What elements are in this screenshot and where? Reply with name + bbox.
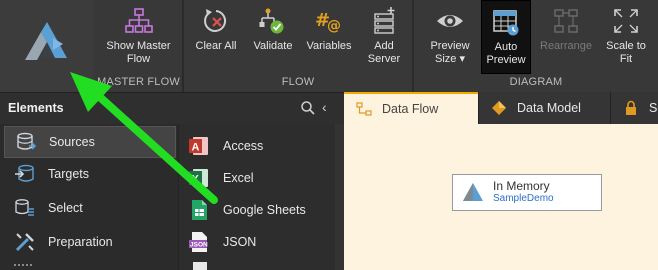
scale-to-fit-label: Scale to Fit: [606, 40, 646, 65]
ribbon-toolbar: Show Master Flow MASTER FLOW Clear All V…: [0, 0, 658, 92]
more-categories-hint: [14, 264, 32, 270]
svg-text:X: X: [192, 174, 200, 186]
validate-icon: [259, 8, 284, 34]
scale-to-fit-button[interactable]: Scale to Fit: [600, 0, 652, 74]
logo-icon: [24, 22, 67, 60]
category-sources[interactable]: Sources: [4, 126, 176, 158]
diagram-group: Preview Size ▾ Auto Preview Rearrange Sc…: [414, 0, 658, 92]
master-flow-group-label: MASTER FLOW: [97, 76, 180, 88]
item-label: Access: [223, 139, 264, 153]
add-server-icon: [374, 7, 395, 34]
tab-data-model[interactable]: Data Model: [478, 92, 610, 124]
svg-text:A: A: [192, 142, 200, 154]
data-flow-icon: [356, 101, 372, 117]
source-items-list: A Access X Excel Google Sheets JSON JSON: [178, 124, 344, 270]
tab-label: Se: [649, 101, 658, 115]
preview-size-button[interactable]: Preview Size ▾: [420, 0, 480, 74]
category-targets[interactable]: Targets: [4, 158, 176, 190]
tab-data-flow[interactable]: Data Flow: [344, 92, 478, 124]
flow-group: Clear All Validate # @ Variables Add Ser…: [184, 0, 412, 92]
rearrange-icon: [554, 9, 578, 33]
category-label: Sources: [49, 135, 95, 149]
json-badge-text: JSON: [190, 242, 208, 249]
category-label: Select: [48, 201, 83, 215]
item-label: Excel: [223, 171, 254, 185]
add-server-button[interactable]: Add Server: [360, 0, 408, 74]
partial-next-item-icon: [193, 262, 207, 270]
validate-button[interactable]: Validate: [248, 0, 298, 74]
excel-icon: X: [187, 166, 211, 190]
add-server-label: Add Server: [367, 40, 401, 65]
in-memory-node[interactable]: In Memory SampleDemo: [452, 174, 602, 211]
eye-icon: [437, 15, 463, 27]
items-scrollbar[interactable]: [335, 124, 344, 270]
flow-canvas[interactable]: In Memory SampleDemo: [344, 124, 658, 270]
diagram-group-label: DIAGRAM: [509, 76, 563, 88]
google-sheets-icon: [187, 198, 211, 222]
scale-to-fit-icon: [614, 9, 638, 33]
database-icon: [15, 131, 37, 153]
item-json[interactable]: JSON JSON: [187, 228, 256, 256]
clear-all-icon: [204, 9, 227, 32]
category-select[interactable]: Select: [4, 192, 176, 224]
show-master-flow-label: Show Master Flow: [106, 40, 171, 65]
auto-preview-icon: [493, 10, 519, 36]
tab-label: Data Flow: [382, 102, 439, 116]
item-google-sheets[interactable]: Google Sheets: [187, 196, 306, 224]
item-access[interactable]: A Access: [187, 132, 263, 160]
variables-label: Variables: [306, 40, 352, 52]
master-flow-group: Show Master Flow MASTER FLOW: [95, 0, 182, 92]
validate-label: Validate: [253, 40, 293, 52]
clear-all-label: Clear All: [195, 40, 237, 52]
item-excel[interactable]: X Excel: [187, 164, 254, 192]
elements-panel-title: Elements: [8, 101, 64, 115]
select-icon: [14, 197, 36, 219]
auto-preview-label: Auto Preview: [486, 41, 526, 66]
node-subtitle[interactable]: SampleDemo: [493, 193, 554, 205]
in-memory-icon: [463, 182, 483, 201]
elements-panel-header: Elements ‹: [0, 92, 344, 124]
rearrange-label: Rearrange: [540, 40, 592, 52]
app-logo[interactable]: [0, 0, 93, 92]
json-icon: JSON: [187, 230, 211, 254]
flow-group-label: FLOW: [281, 76, 315, 88]
data-model-icon: [491, 100, 507, 116]
node-title: In Memory: [493, 179, 550, 193]
item-label: JSON: [223, 235, 257, 249]
element-categories: Sources Targets Select Preparation: [0, 124, 178, 270]
targets-icon: [14, 163, 36, 185]
clear-all-button[interactable]: Clear All: [190, 0, 242, 74]
hierarchy-icon: [124, 8, 153, 33]
show-master-flow-button[interactable]: Show Master Flow: [95, 0, 182, 74]
tab-security[interactable]: Se: [610, 92, 658, 124]
category-label: Targets: [48, 167, 89, 181]
category-preparation[interactable]: Preparation: [4, 226, 176, 258]
tab-label: Data Model: [517, 101, 581, 115]
auto-preview-button[interactable]: Auto Preview: [481, 0, 531, 74]
item-label: Google Sheets: [223, 203, 306, 217]
variables-icon: # @: [315, 10, 341, 34]
preview-size-label: Preview Size ▾: [430, 40, 470, 65]
variables-button[interactable]: # @ Variables: [302, 0, 356, 74]
lock-icon: [623, 100, 639, 116]
search-icon[interactable]: [300, 100, 316, 119]
category-label: Preparation: [48, 235, 113, 249]
document-tabs: Data Flow Data Model Se: [344, 92, 658, 124]
collapse-chevron-icon[interactable]: ‹: [322, 99, 327, 115]
rearrange-button[interactable]: Rearrange: [534, 0, 598, 74]
preparation-icon: [14, 231, 36, 253]
svg-text:@: @: [327, 18, 341, 34]
access-icon: A: [187, 134, 211, 158]
